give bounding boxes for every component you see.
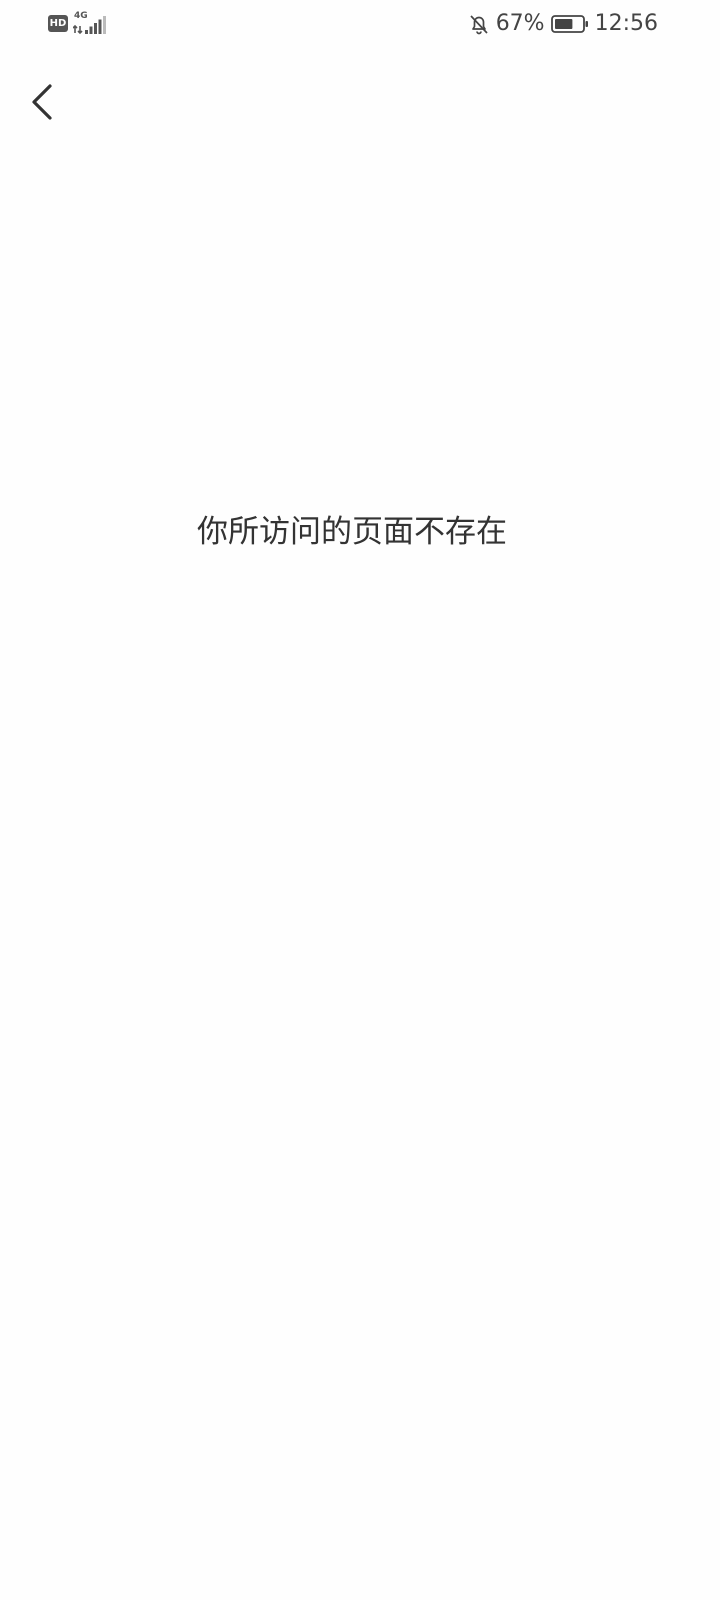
- signal-bar: [98, 19, 102, 34]
- hd-badge: HD: [48, 15, 68, 32]
- status-right-group: 67% 12:56: [468, 8, 658, 40]
- signal-bar: [89, 26, 93, 34]
- battery-percent: 67%: [495, 11, 545, 36]
- signal-bar: [85, 30, 88, 34]
- clock: 12:56: [594, 11, 658, 36]
- app-screen: HD 4G 67% 12:56 你所访问的页面不存在: [0, 0, 720, 1600]
- back-button[interactable]: [18, 78, 66, 126]
- signal-bar: [94, 23, 97, 34]
- signal-bar: [103, 16, 106, 34]
- signal-strength-icon: [73, 16, 106, 35]
- status-bar: HD 4G 67% 12:56: [0, 0, 720, 48]
- bell-off-icon: [470, 15, 488, 35]
- page-not-found-message: 你所访问的页面不存在: [197, 514, 507, 550]
- chevron-left-icon: [32, 84, 52, 120]
- battery-icon: [550, 15, 588, 33]
